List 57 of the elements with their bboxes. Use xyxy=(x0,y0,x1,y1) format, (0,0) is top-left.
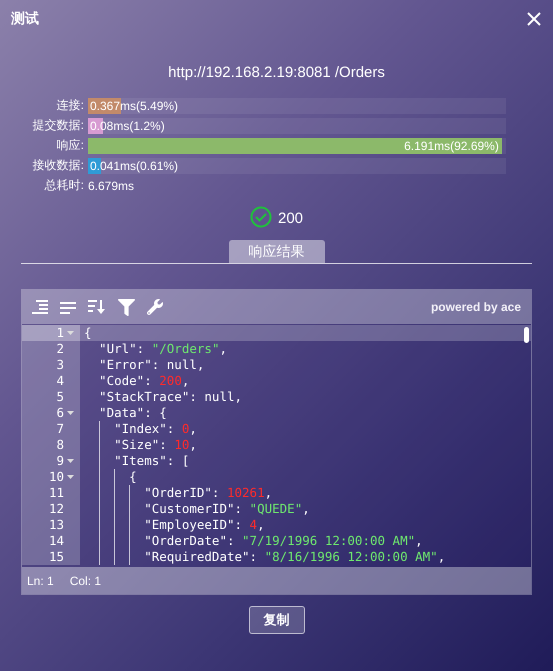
cursor-column: Col: 1 xyxy=(70,574,102,588)
timing-value: 6.191ms(92.69%) xyxy=(403,138,500,154)
timing-value: 0.367ms(5.49%) xyxy=(89,98,180,114)
line-number: 7 xyxy=(22,421,80,437)
status-code: 200 xyxy=(278,210,304,227)
line-number: 11 xyxy=(22,485,80,501)
code-line: "Code": 200, xyxy=(98,373,190,389)
line-number: 14 xyxy=(22,533,80,549)
code-line: { xyxy=(80,469,531,485)
indent-lines-icon[interactable] xyxy=(30,299,48,315)
fold-arrow-icon[interactable] xyxy=(66,331,74,335)
line-number: 6 xyxy=(22,405,80,421)
timing-label: 接收数据: xyxy=(32,157,84,174)
line-number: 3 xyxy=(22,357,80,373)
timing-label: 提交数据: xyxy=(32,117,84,134)
scrollbar-thumb[interactable] xyxy=(524,327,529,343)
filter-icon[interactable] xyxy=(118,298,135,316)
powered-by-text: powered by ace xyxy=(430,300,521,314)
timing-label: 响应: xyxy=(56,137,84,154)
copy-button[interactable]: 复制 xyxy=(248,606,304,634)
code-line: "RequiredDate": "8/16/1996 12:00:00 AM", xyxy=(80,549,531,565)
code-line: "OrderDate": "7/19/1996 12:00:00 AM", xyxy=(80,533,531,549)
code-line: "Error": null, xyxy=(98,357,206,373)
timing-label: 连接: xyxy=(56,97,84,114)
code-line: "EmployeeID": 4, xyxy=(80,517,531,533)
code-line: "Items": [ xyxy=(80,453,531,469)
line-number: 8 xyxy=(22,437,80,453)
line-number: 15 xyxy=(22,549,80,565)
cursor-line: Ln: 1 xyxy=(27,574,54,588)
code-line: "CustomerID": "QUEDE", xyxy=(80,501,531,517)
code-line: "Index": 0, xyxy=(80,421,531,437)
align-lines-icon[interactable] xyxy=(60,300,76,314)
code-line: "StackTrace": null, xyxy=(98,389,244,405)
code-line: "Data": { xyxy=(98,405,168,421)
fold-arrow-icon[interactable] xyxy=(66,475,74,479)
code-line: "OrderID": 10261, xyxy=(80,485,531,501)
line-number: 1 xyxy=(22,325,80,341)
sort-down-icon[interactable] xyxy=(88,299,106,315)
close-icon xyxy=(527,12,541,26)
line-number: 4 xyxy=(22,373,80,389)
fold-arrow-icon[interactable] xyxy=(66,459,74,463)
line-number: 12 xyxy=(22,501,80,517)
line-number: 5 xyxy=(22,389,80,405)
fold-arrow-icon[interactable] xyxy=(66,411,74,415)
line-number: 2 xyxy=(22,341,80,357)
line-number: 13 xyxy=(22,517,80,533)
wrench-icon[interactable] xyxy=(147,299,163,315)
timing-value: 0.041ms(0.61%) xyxy=(89,158,180,174)
code-line: "Size": 10, xyxy=(80,437,531,453)
total-label: 总耗时: xyxy=(44,177,84,194)
total-value: 6.679ms xyxy=(88,178,134,192)
code-line: "Url": "/Orders", xyxy=(98,341,228,357)
line-number: 10 xyxy=(22,469,80,485)
dialog-title: 测试 xyxy=(11,10,39,28)
close-button[interactable] xyxy=(527,12,541,26)
line-number: 9 xyxy=(22,453,80,469)
request-url: http://192.168.2.19:8081 /Orders xyxy=(167,64,386,81)
